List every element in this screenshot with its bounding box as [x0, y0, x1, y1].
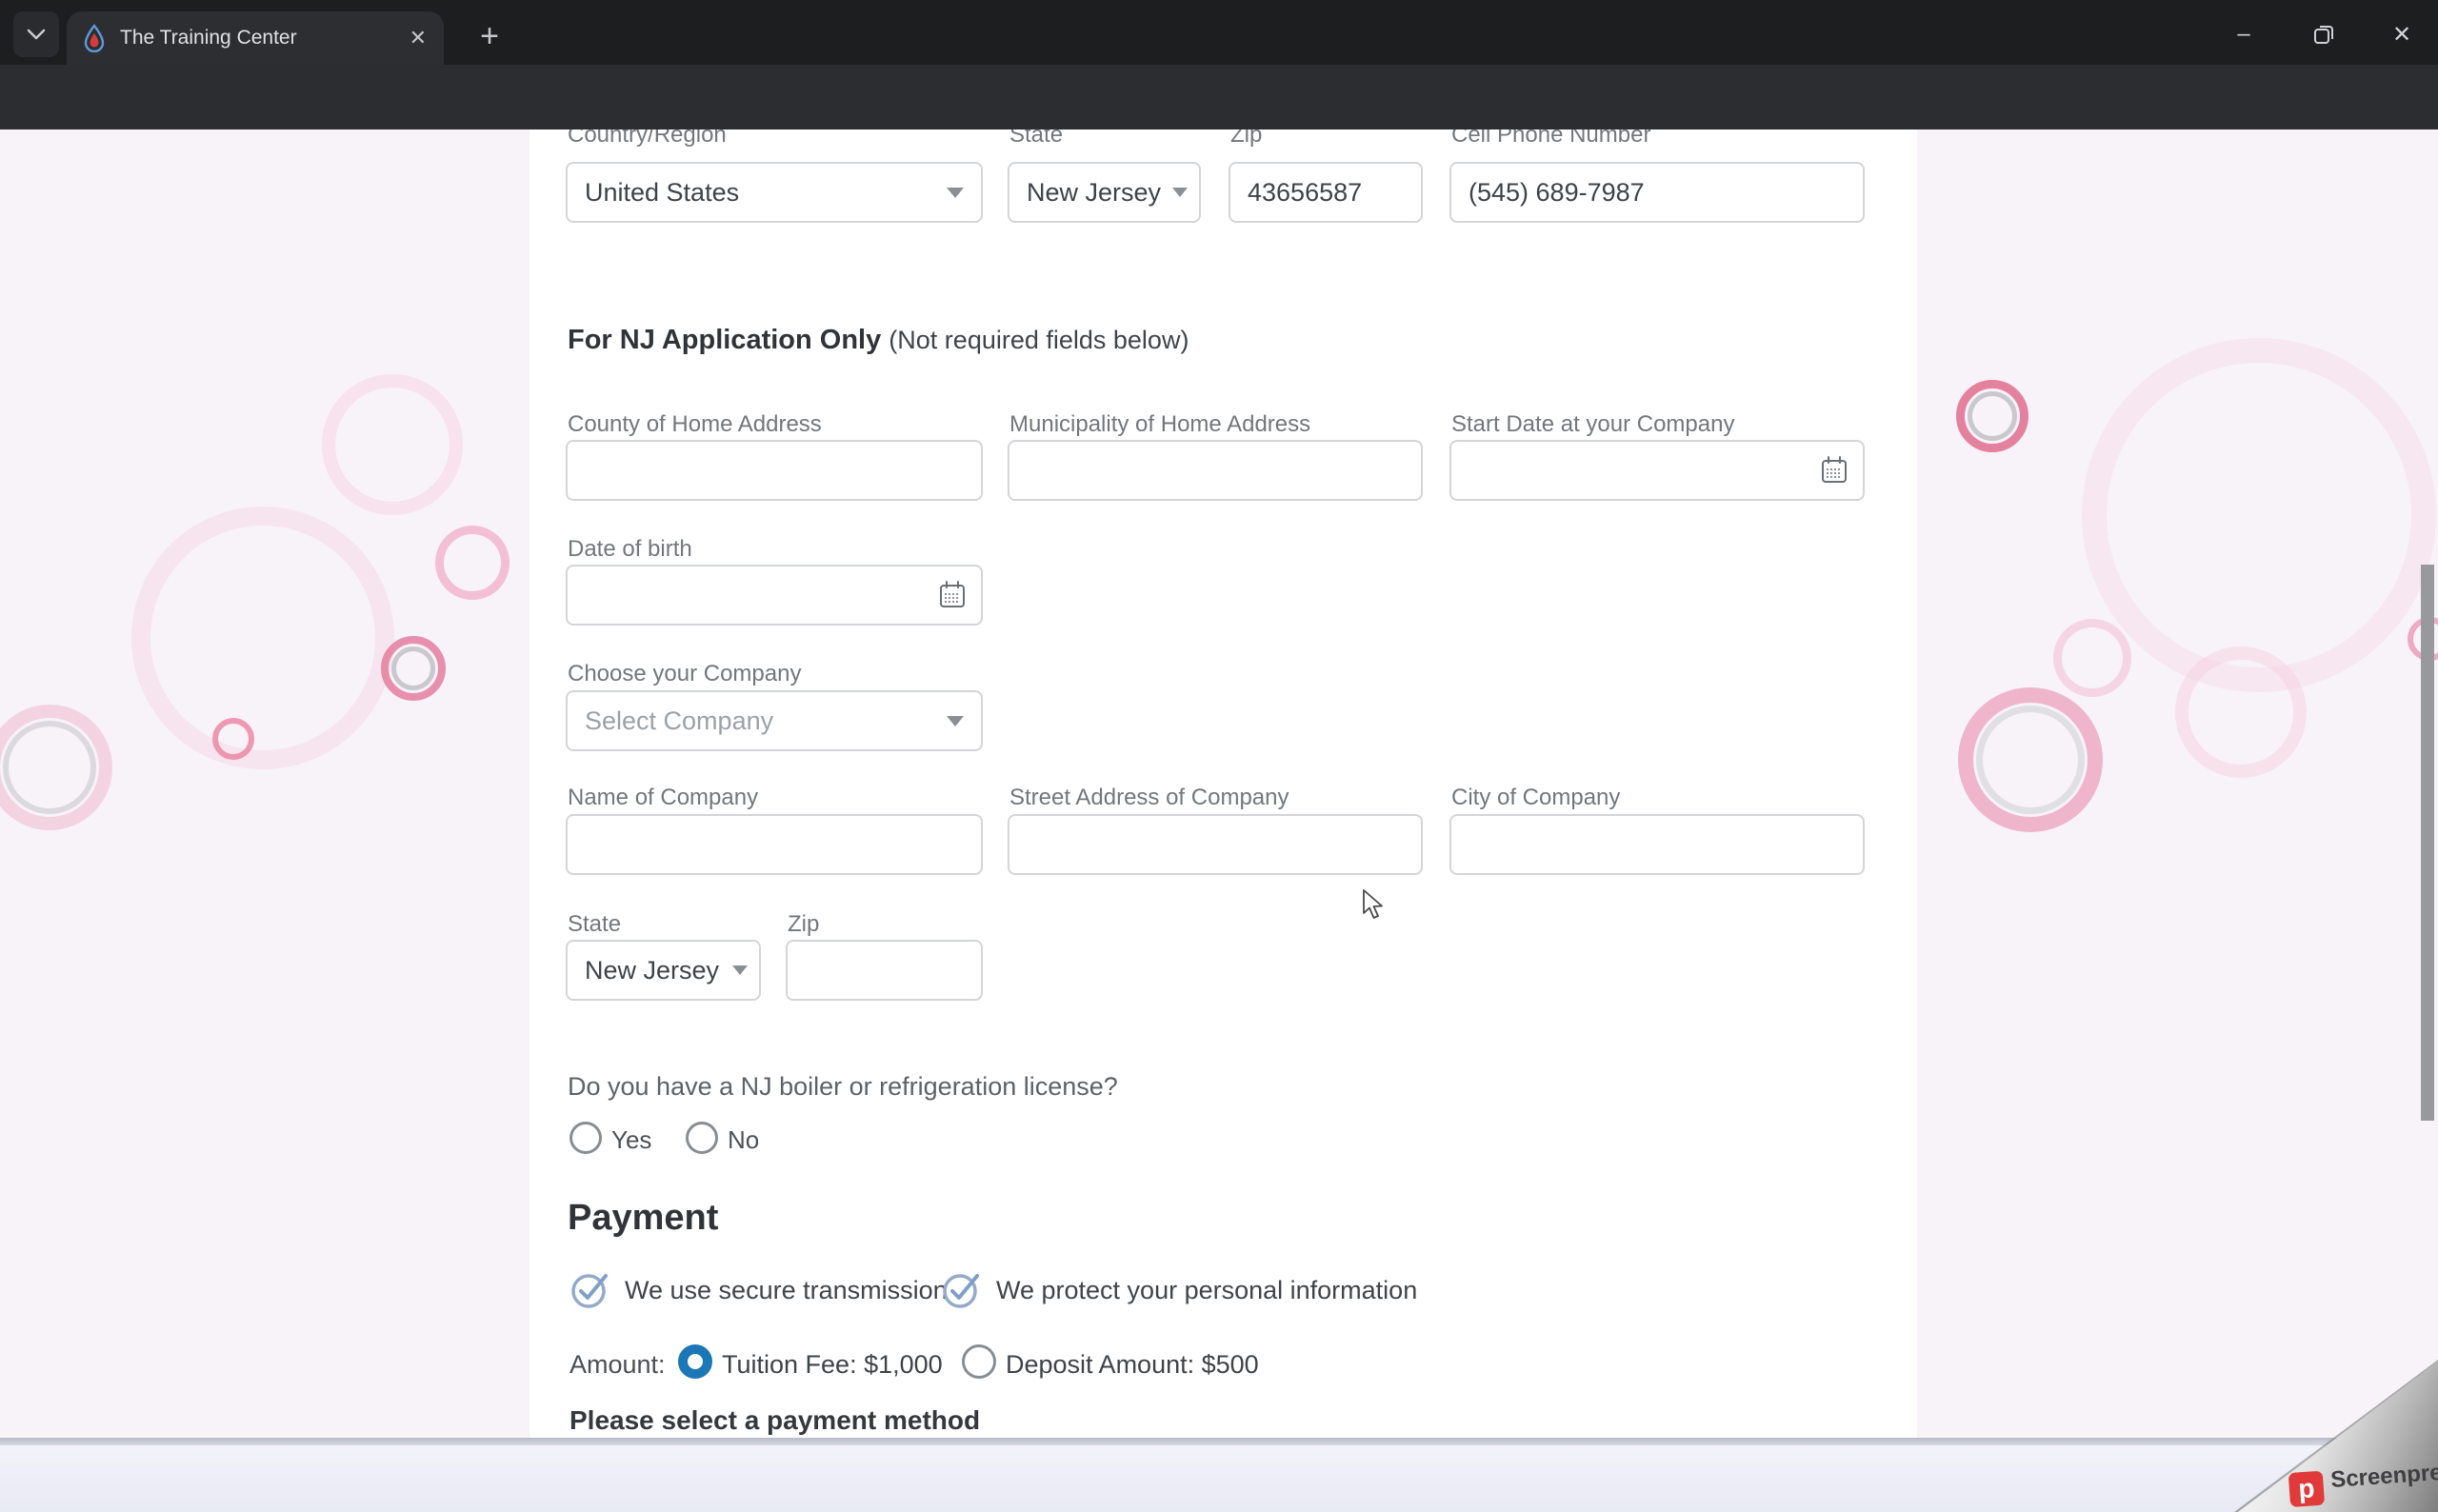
- mouse-cursor: [1363, 889, 1383, 919]
- decor-ring: [212, 718, 254, 760]
- decor-ring: [435, 526, 510, 600]
- license-no-radio[interactable]: [686, 1122, 718, 1154]
- decor-ring: [2175, 647, 2307, 778]
- company-state-select[interactable]: New Jersey: [566, 940, 761, 1001]
- license-no-label: No: [728, 1125, 760, 1154]
- company-street-input[interactable]: [1008, 814, 1423, 875]
- zip-label: Zip: [1230, 129, 1263, 148]
- chevron-down-icon: [732, 965, 748, 975]
- secure-check-icon: [571, 1274, 608, 1308]
- company-state-label: State: [568, 911, 622, 937]
- new-tab-button[interactable]: +: [469, 15, 510, 57]
- browser-titlebar: The Training Center ✕ + – ✕: [0, 0, 2438, 65]
- screen: The Training Center ✕ + – ✕ Country/Regi…: [0, 0, 2438, 1512]
- window-minimize-button[interactable]: –: [2217, 17, 2270, 51]
- tuition-fee-label: Tuition Fee: $1,000: [722, 1350, 943, 1379]
- calendar-icon[interactable]: [937, 580, 968, 610]
- company-street-label: Street Address of Company: [1009, 785, 1289, 810]
- decor-ring: [1958, 687, 2103, 832]
- county-label: County of Home Address: [568, 411, 822, 437]
- secure-transmission-text: We use secure transmission: [625, 1276, 948, 1304]
- deposit-amount-label: Deposit Amount: $500: [1006, 1350, 1259, 1379]
- start-date-label: Start Date at your Company: [1451, 411, 1735, 437]
- decor-ring: [131, 507, 394, 769]
- country-label: Country/Region: [568, 129, 727, 148]
- state-label: State: [1009, 129, 1064, 148]
- chevron-down-icon: [947, 716, 964, 726]
- dob-input[interactable]: [566, 565, 983, 626]
- decor-ring: [381, 636, 446, 701]
- county-input[interactable]: [566, 440, 983, 501]
- window-close-button[interactable]: ✕: [2375, 17, 2428, 51]
- company-select[interactable]: Select Company: [566, 690, 983, 751]
- scrollbar-thumb[interactable]: [2421, 565, 2434, 1121]
- decor-ring: [0, 705, 112, 830]
- choose-company-label: Choose your Company: [568, 661, 802, 686]
- country-select[interactable]: United States: [566, 162, 983, 223]
- window-bottom-edge: [0, 1438, 2438, 1445]
- license-yes-label: Yes: [611, 1125, 652, 1154]
- decor-ring: [2082, 338, 2436, 692]
- decor-ring: [2053, 619, 2131, 697]
- municipality-label: Municipality of Home Address: [1009, 411, 1311, 437]
- cell-phone-input[interactable]: (545) 689-7987: [1449, 162, 1865, 223]
- company-city-input[interactable]: [1449, 814, 1865, 875]
- decor-ring: [322, 374, 463, 515]
- nj-section-title: For NJ Application Only (Not required fi…: [568, 325, 1189, 355]
- site-favicon-droplet-icon: [84, 24, 105, 52]
- payment-title: Payment: [568, 1198, 719, 1238]
- tab-search-button[interactable]: [13, 11, 59, 57]
- browser-toolbar: ttc-uat2.fingent.net/web-register/regist…: [0, 65, 2438, 185]
- chevron-down-icon: [27, 29, 46, 40]
- license-yes-radio[interactable]: [570, 1122, 602, 1154]
- company-zip-label: Zip: [788, 911, 820, 937]
- amount-label: Amount:: [570, 1350, 666, 1379]
- taskbar: Search: [0, 1445, 2438, 1512]
- company-city-label: City of Company: [1451, 785, 1621, 810]
- start-date-input[interactable]: [1449, 440, 1865, 501]
- window-restore-button[interactable]: [2297, 17, 2350, 51]
- municipality-input[interactable]: [1008, 440, 1423, 501]
- page-viewport: Country/Region State Zip Cell Phone Numb…: [0, 129, 2438, 1438]
- license-question: Do you have a NJ boiler or refrigeration…: [568, 1072, 1118, 1101]
- chevron-down-icon: [1172, 188, 1188, 197]
- tuition-fee-radio[interactable]: [678, 1344, 712, 1379]
- zip-input[interactable]: 43656587: [1229, 162, 1423, 223]
- decor-ring: [1956, 380, 2028, 452]
- company-name-label: Name of Company: [568, 785, 759, 810]
- payment-method-prompt: Please select a payment method: [570, 1405, 981, 1435]
- screenpresso-logo: p: [2288, 1470, 2326, 1508]
- browser-tab[interactable]: The Training Center ✕: [67, 11, 444, 65]
- state-select[interactable]: New Jersey: [1008, 162, 1201, 223]
- cell-phone-label: Cell Phone Number: [1451, 129, 1651, 148]
- restore-icon: [2314, 26, 2333, 44]
- company-zip-input[interactable]: [786, 940, 983, 1001]
- dob-label: Date of birth: [568, 536, 692, 562]
- tab-close-icon[interactable]: ✕: [410, 26, 427, 50]
- protect-information-text: We protect your personal information: [996, 1276, 1418, 1304]
- company-name-input[interactable]: [566, 814, 983, 875]
- chevron-down-icon: [947, 188, 964, 198]
- tab-title: The Training Center: [120, 27, 297, 49]
- calendar-icon[interactable]: [1819, 455, 1849, 486]
- deposit-amount-radio[interactable]: [962, 1344, 996, 1379]
- protect-check-icon: [943, 1274, 979, 1308]
- nj-section-subtitle: (Not required fields below): [889, 326, 1189, 354]
